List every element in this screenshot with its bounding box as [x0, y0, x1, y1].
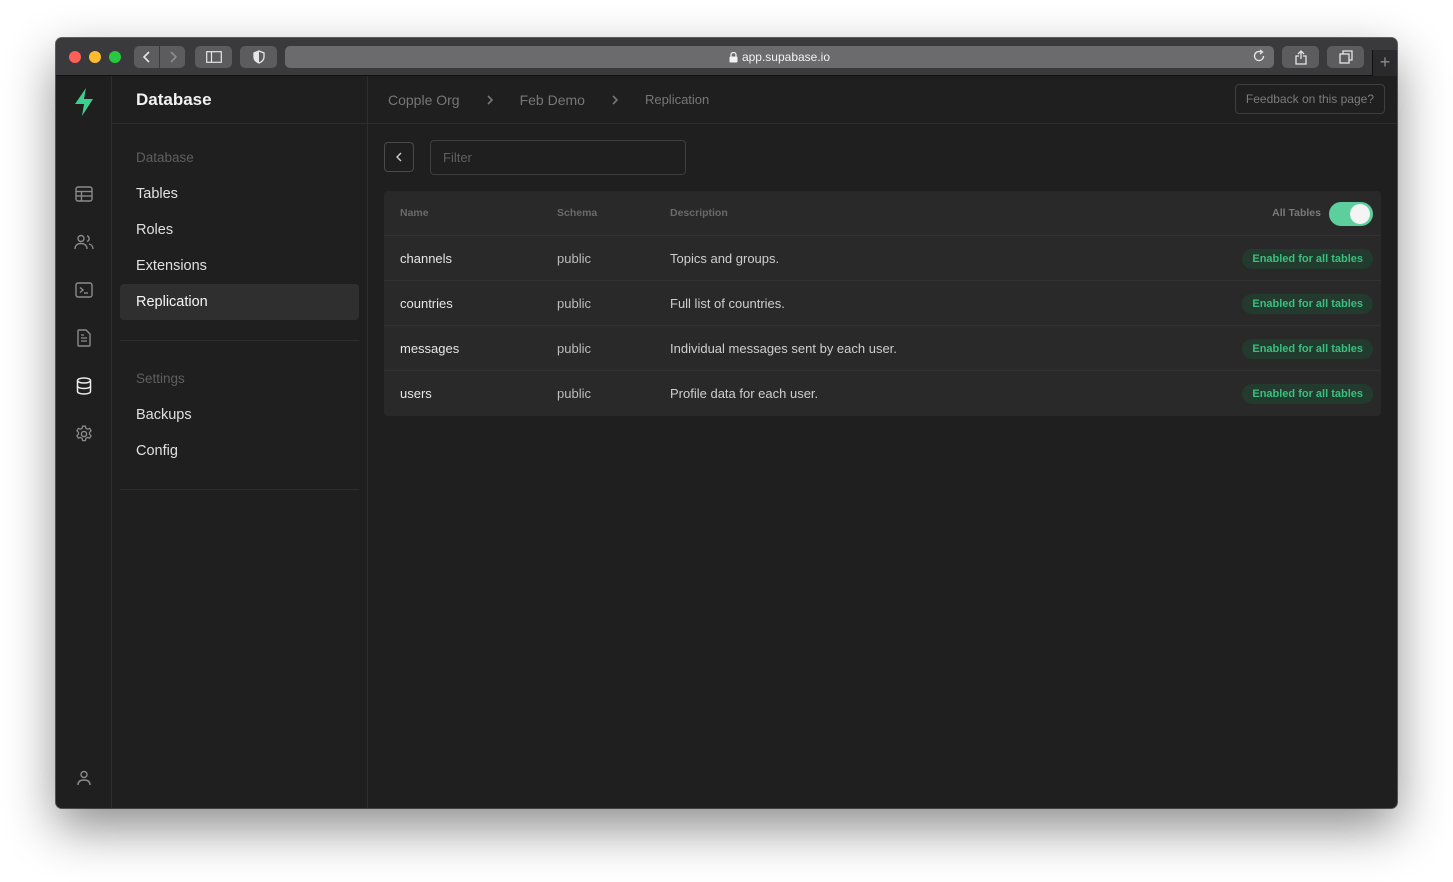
- main-content: Copple Org Feb Demo Replication Feedback…: [368, 76, 1397, 808]
- column-header-name: Name: [400, 207, 429, 219]
- menu-item-backups[interactable]: Backups: [120, 397, 359, 433]
- database-menu: Database Database Tables Roles Extension…: [112, 76, 368, 808]
- address-bar[interactable]: app.supabase.io: [285, 46, 1274, 68]
- privacy-shield-button[interactable]: [240, 46, 277, 68]
- row-schema: public: [557, 386, 591, 401]
- browser-forward-button[interactable]: [160, 46, 185, 68]
- status-badge: Enabled for all tables: [1242, 249, 1373, 269]
- menu-section-settings: Settings Backups Config: [112, 341, 367, 489]
- menu-item-extensions[interactable]: Extensions: [120, 248, 359, 284]
- browser-sidebar-button[interactable]: [195, 46, 232, 68]
- row-schema: public: [557, 296, 591, 311]
- row-schema: public: [557, 341, 591, 356]
- table-row[interactable]: users public Profile data for each user.…: [384, 371, 1381, 416]
- table-header: Name Schema Description All Tables: [384, 191, 1381, 236]
- share-button[interactable]: [1282, 46, 1319, 68]
- column-header-description: Description: [670, 207, 728, 219]
- sql-terminal-icon[interactable]: [72, 278, 96, 302]
- new-tab-button[interactable]: +: [1372, 50, 1397, 76]
- url-text: app.supabase.io: [741, 50, 831, 64]
- back-button[interactable]: [384, 142, 414, 172]
- browser-back-button[interactable]: [134, 46, 159, 68]
- row-schema: public: [557, 251, 591, 266]
- minimize-window-button[interactable]: [89, 51, 101, 63]
- all-tables-label: All Tables: [1272, 207, 1321, 219]
- breadcrumb-current: Replication: [644, 92, 710, 107]
- filter-input[interactable]: [430, 140, 686, 175]
- row-description: Full list of countries.: [670, 296, 785, 311]
- menu-item-replication[interactable]: Replication: [120, 284, 359, 320]
- column-header-schema: Schema: [557, 207, 598, 219]
- reload-icon: [1253, 49, 1265, 62]
- table-editor-icon[interactable]: [72, 182, 96, 206]
- chevron-right-icon: [486, 94, 494, 106]
- browser-titlebar: app.supabase.io +: [56, 38, 1397, 76]
- menu-divider: [120, 489, 359, 490]
- menu-section-label: Database: [136, 150, 194, 165]
- database-icon[interactable]: [72, 374, 96, 398]
- menu-title: Database: [112, 76, 367, 124]
- toggle-knob: [1350, 204, 1370, 224]
- row-name: users: [400, 386, 432, 401]
- status-badge: Enabled for all tables: [1242, 294, 1373, 314]
- chevron-right-icon: [169, 51, 177, 63]
- zoom-window-button[interactable]: [109, 51, 121, 63]
- breadcrumb-org[interactable]: Copple Org: [388, 92, 460, 108]
- row-description: Topics and groups.: [670, 251, 780, 266]
- row-name: channels: [400, 251, 453, 266]
- lock-icon: [729, 51, 738, 62]
- account-icon[interactable]: [72, 766, 96, 790]
- breadcrumb: Copple Org Feb Demo Replication Feedback…: [368, 76, 1397, 124]
- all-tables-toggle[interactable]: [1329, 202, 1373, 226]
- chevron-left-icon: [396, 152, 402, 162]
- close-window-button[interactable]: [69, 51, 81, 63]
- shield-icon: [252, 50, 265, 64]
- supabase-logo-icon[interactable]: [72, 88, 96, 116]
- reload-button[interactable]: [1252, 49, 1266, 66]
- table-row[interactable]: channels public Topics and groups. Enabl…: [384, 236, 1381, 281]
- users-icon[interactable]: [72, 230, 96, 254]
- share-icon: [1294, 49, 1307, 65]
- menu-section-database: Database Tables Roles Extensions Replica…: [112, 124, 367, 340]
- document-icon[interactable]: [72, 326, 96, 350]
- tabs-icon: [1338, 50, 1353, 64]
- breadcrumb-project[interactable]: Feb Demo: [520, 92, 585, 108]
- chevron-right-icon: [611, 94, 619, 106]
- menu-item-config[interactable]: Config: [120, 433, 359, 469]
- menu-item-roles[interactable]: Roles: [120, 212, 359, 248]
- tab-overview-button[interactable]: [1327, 46, 1364, 68]
- table-row[interactable]: countries public Full list of countries.…: [384, 281, 1381, 326]
- icon-rail: [56, 76, 112, 808]
- status-badge: Enabled for all tables: [1242, 384, 1373, 404]
- chevron-left-icon: [142, 51, 150, 63]
- row-description: Profile data for each user.: [670, 386, 819, 401]
- row-name: messages: [400, 341, 460, 356]
- browser-window: app.supabase.io + Database Database Tabl…: [56, 38, 1397, 808]
- status-badge: Enabled for all tables: [1242, 339, 1373, 359]
- table-row[interactable]: messages public Individual messages sent…: [384, 326, 1381, 371]
- replication-table: Name Schema Description All Tables chann…: [384, 191, 1381, 416]
- row-description: Individual messages sent by each user.: [670, 341, 897, 356]
- sidebar-icon: [205, 51, 222, 63]
- menu-item-tables[interactable]: Tables: [120, 176, 359, 212]
- menu-section-label: Settings: [136, 371, 185, 386]
- feedback-button[interactable]: Feedback on this page?: [1234, 84, 1385, 114]
- settings-gear-icon[interactable]: [72, 422, 96, 446]
- row-name: countries: [400, 296, 453, 311]
